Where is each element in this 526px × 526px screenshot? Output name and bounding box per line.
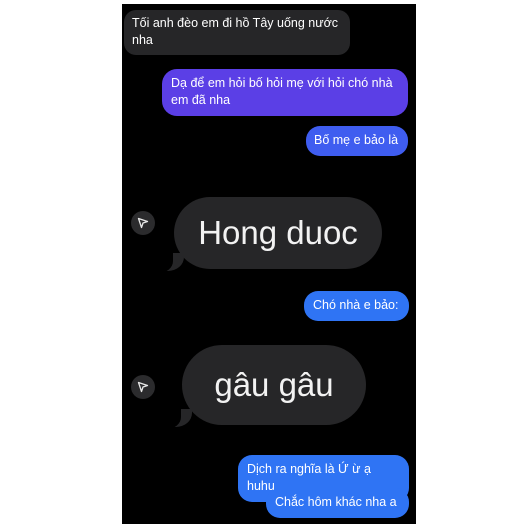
chat-screen: Tối anh đèo em đi hồ Tây uống nước nha D…	[122, 4, 416, 524]
message-text: gâu gâu	[214, 366, 334, 403]
sent-message-bubble[interactable]: Bố mẹ e bảo là	[306, 126, 408, 156]
share-icon[interactable]	[131, 211, 155, 235]
received-message-bubble[interactable]: Tối anh đèo em đi hồ Tây uống nước nha	[124, 10, 350, 55]
message-text: Tối anh đèo em đi hồ Tây uống nước nha	[132, 16, 339, 47]
message-text: Chắc hôm khác nha a	[275, 495, 397, 509]
share-icon[interactable]	[131, 375, 155, 399]
message-text: Chó nhà e bảo:	[313, 298, 399, 312]
share-icon-glyph	[137, 381, 149, 393]
received-large-message-bubble[interactable]: Hong duoc	[174, 197, 382, 269]
received-large-message-bubble[interactable]: gâu gâu	[182, 345, 366, 425]
message-text: Bố mẹ e bảo là	[314, 133, 399, 147]
share-icon-glyph	[137, 217, 149, 229]
message-text: Dạ để em hỏi bố hỏi mẹ với hỏi chó nhà e…	[171, 76, 393, 107]
sent-message-bubble[interactable]: Dạ để em hỏi bố hỏi mẹ với hỏi chó nhà e…	[162, 69, 408, 116]
sent-message-bubble[interactable]: Chắc hôm khác nha a	[266, 488, 409, 518]
message-text: Hong duoc	[198, 214, 358, 251]
sent-message-bubble[interactable]: Chó nhà e bảo:	[304, 291, 409, 321]
